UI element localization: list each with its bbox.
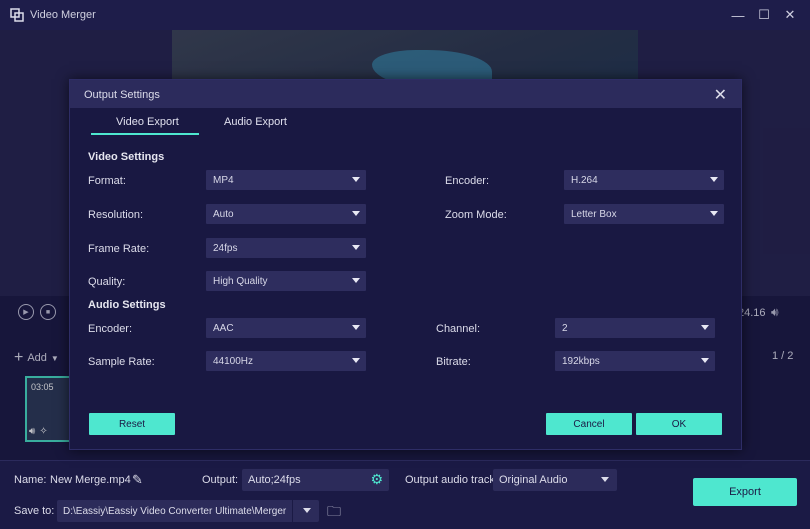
maximize-button[interactable]: ☐	[755, 6, 773, 24]
audio-settings-heading: Audio Settings	[88, 299, 166, 311]
close-button[interactable]: ✕	[781, 6, 799, 24]
channel-select[interactable]: 2	[555, 318, 715, 338]
format-label: Format:	[88, 175, 126, 187]
output-value: Auto;24fps	[248, 474, 301, 486]
chevron-down-icon	[710, 177, 718, 182]
bottom-bar: Name: New Merge.mp4 ✎ Output: Auto;24fps…	[0, 460, 810, 529]
tab-video-export[interactable]: Video Export	[116, 116, 179, 128]
channel-label: Channel:	[436, 323, 481, 335]
chevron-down-icon	[710, 211, 718, 216]
video-encoder-label: Encoder:	[445, 175, 490, 187]
audio-track-value: Original Audio	[499, 474, 568, 486]
zoom-mode-select[interactable]: Letter Box	[564, 204, 724, 224]
app-logo-icon	[10, 8, 24, 22]
tab-audio-export[interactable]: Audio Export	[224, 116, 287, 128]
name-label: Name:	[14, 474, 47, 486]
zoom-mode-value: Letter Box	[571, 208, 617, 220]
output-settings-dialog: Output Settings ✕ Video Export Audio Exp…	[69, 79, 742, 450]
export-button[interactable]: Export	[693, 478, 797, 506]
format-value: MP4	[213, 174, 234, 186]
app-title: Video Merger	[30, 9, 96, 21]
bitrate-value: 192kbps	[562, 355, 600, 367]
format-select[interactable]: MP4	[206, 170, 366, 190]
sample-rate-label: Sample Rate:	[88, 356, 155, 368]
resolution-label: Resolution:	[88, 209, 144, 221]
video-settings-heading: Video Settings	[88, 151, 165, 163]
frame-rate-label: Frame Rate:	[88, 243, 150, 255]
chevron-down-icon	[701, 358, 709, 363]
resolution-select[interactable]: Auto	[206, 204, 366, 224]
chevron-down-icon	[352, 177, 360, 182]
edit-pencil-icon[interactable]: ✎	[132, 472, 143, 488]
audio-encoder-select[interactable]: AAC	[206, 318, 366, 338]
chevron-down-icon	[601, 477, 609, 482]
chevron-down-icon	[352, 278, 360, 283]
bitrate-select[interactable]: 192kbps	[555, 351, 715, 371]
active-tab-indicator	[91, 133, 199, 135]
name-value[interactable]: New Merge.mp4	[50, 474, 131, 486]
save-to-label: Save to:	[14, 505, 55, 517]
cancel-button[interactable]: Cancel	[546, 413, 632, 435]
folder-icon[interactable]: 🗀	[327, 501, 341, 525]
reset-button[interactable]: Reset	[89, 413, 175, 435]
resolution-value: Auto	[213, 208, 234, 220]
quality-value: High Quality	[213, 275, 268, 287]
quality-label: Quality:	[88, 276, 126, 288]
bitrate-label: Bitrate:	[436, 356, 471, 368]
video-encoder-value: H.264	[571, 174, 598, 186]
zoom-mode-label: Zoom Mode:	[445, 209, 507, 221]
sample-rate-value: 44100Hz	[213, 355, 254, 367]
audio-track-label: Output audio track:	[405, 474, 498, 486]
save-to-field[interactable]: D:\Eassiy\Eassiy Video Converter Ultimat…	[57, 500, 319, 522]
chevron-down-icon	[352, 325, 360, 330]
output-field[interactable]: Auto;24fps ⚙	[242, 469, 389, 491]
ok-button[interactable]: OK	[636, 413, 722, 435]
frame-rate-select[interactable]: 24fps	[206, 238, 366, 258]
chevron-down-icon	[701, 325, 709, 330]
chevron-down-icon	[352, 211, 360, 216]
close-icon[interactable]: ✕	[714, 85, 727, 105]
save-to-value: D:\Eassiy\Eassiy Video Converter Ultimat…	[63, 505, 287, 517]
dialog-title: Output Settings	[84, 89, 160, 101]
output-label: Output:	[202, 474, 239, 486]
chevron-down-icon	[352, 358, 360, 363]
video-encoder-select[interactable]: H.264	[564, 170, 724, 190]
audio-track-select[interactable]: Original Audio	[493, 469, 617, 491]
quality-select[interactable]: High Quality	[206, 271, 366, 291]
channel-value: 2	[562, 322, 568, 334]
sample-rate-select[interactable]: 44100Hz	[206, 351, 366, 371]
minimize-button[interactable]: —	[729, 6, 747, 24]
title-bar: Video Merger — ☐ ✕	[0, 0, 810, 30]
gear-icon[interactable]: ⚙	[370, 471, 383, 488]
chevron-down-icon[interactable]	[303, 508, 311, 513]
frame-rate-value: 24fps	[213, 242, 238, 254]
dialog-header: Output Settings ✕	[70, 80, 741, 108]
chevron-down-icon	[352, 245, 360, 250]
audio-encoder-label: Encoder:	[88, 323, 133, 335]
audio-encoder-value: AAC	[213, 322, 234, 334]
